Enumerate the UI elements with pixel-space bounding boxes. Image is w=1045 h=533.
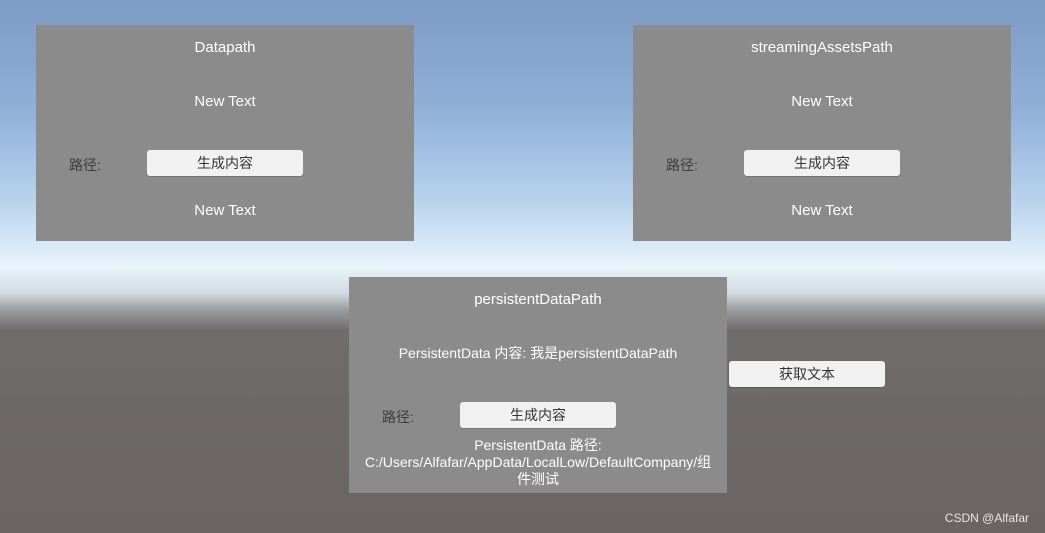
content-text: New Text	[791, 93, 853, 110]
watermark: CSDN @Alfafar	[944, 511, 1029, 525]
path-label: 路径:	[666, 157, 698, 173]
path-text-line: C:/Users/Alfafar/AppData/LocalLow/Defaul…	[364, 454, 712, 470]
path-text: New Text	[791, 202, 853, 219]
streaming-assets-panel: streamingAssetsPath New Text 路径: 生成内容 Ne…	[633, 25, 1011, 241]
get-text-button[interactable]: 获取文本	[729, 361, 885, 387]
panel-title: Datapath	[194, 39, 256, 56]
panel-title: streamingAssetsPath	[751, 39, 893, 56]
content-text: PersistentData 内容: 我是persistentDataPath	[398, 345, 678, 361]
generate-content-button[interactable]: 生成内容	[147, 150, 303, 176]
path-text-line: PersistentData 路径:	[474, 437, 602, 453]
content-text: New Text	[194, 93, 256, 110]
generate-content-button[interactable]: 生成内容	[744, 150, 900, 176]
path-label: 路径:	[69, 157, 101, 173]
generate-content-button[interactable]: 生成内容	[460, 402, 616, 428]
datapath-panel: Datapath New Text 路径: 生成内容 New Text	[36, 25, 414, 241]
path-text-line: 件测试	[517, 471, 559, 487]
panel-title: persistentDataPath	[474, 291, 602, 308]
path-text: PersistentData 路径: C:/Users/Alfafar/AppD…	[349, 437, 727, 488]
persistent-data-panel: persistentDataPath PersistentData 内容: 我是…	[349, 277, 727, 493]
path-text: New Text	[194, 202, 256, 219]
path-label: 路径:	[382, 409, 414, 425]
